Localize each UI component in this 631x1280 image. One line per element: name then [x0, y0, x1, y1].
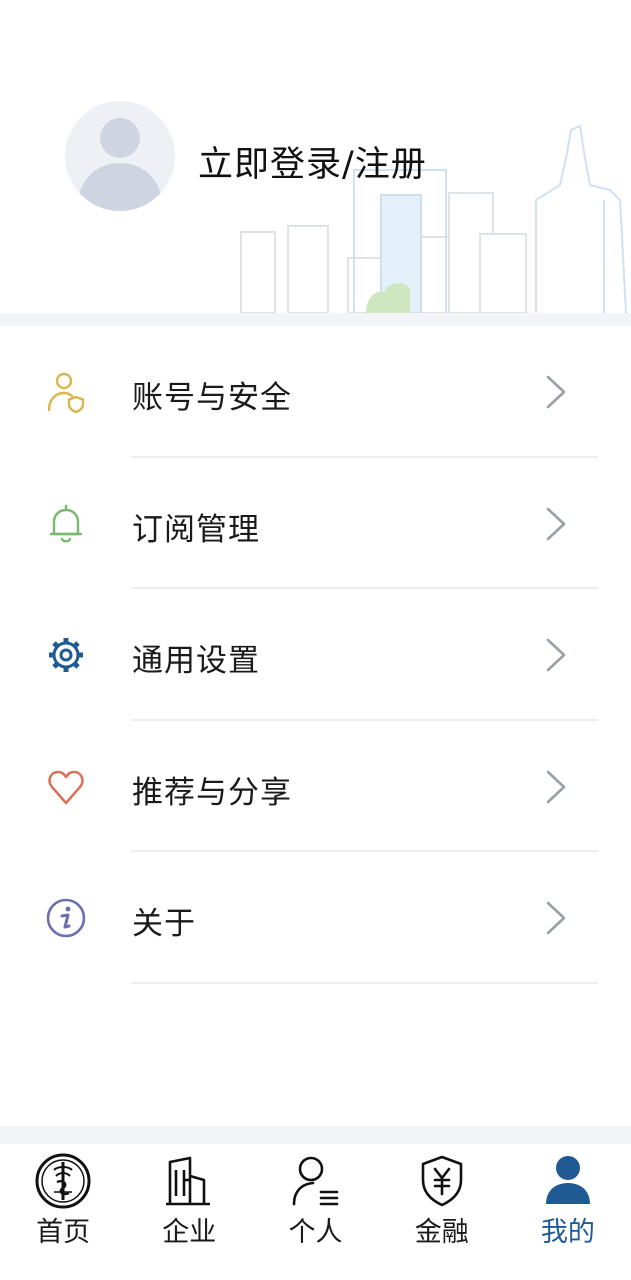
- bottom-tab-bar: 首页 企业 个人 金融 我的: [0, 1144, 631, 1280]
- settings-menu: 账号与安全 订阅管理 通用设置 推荐与分享 关于: [0, 326, 631, 984]
- menu-item-label: 订阅管理: [132, 511, 260, 548]
- tab-label: 我的: [540, 1217, 595, 1248]
- tab-finance[interactable]: 金融: [379, 1144, 505, 1280]
- menu-item-account-security[interactable]: 账号与安全: [0, 326, 631, 458]
- tab-label: 金融: [414, 1217, 469, 1248]
- user-filled-icon: [545, 1156, 590, 1204]
- tab-label: 首页: [36, 1217, 91, 1248]
- bell-icon: [49, 504, 83, 542]
- menu-item-label: 账号与安全: [132, 380, 292, 416]
- tabbar-separator: [0, 1126, 631, 1144]
- account-security-icon: [47, 372, 85, 414]
- home-emblem-icon: [35, 1153, 91, 1209]
- shield-yuan-icon: [421, 1155, 463, 1207]
- menu-item-subscription[interactable]: 订阅管理: [0, 458, 631, 589]
- menu-item-label: 关于: [132, 906, 196, 942]
- tab-personal[interactable]: 个人: [252, 1144, 378, 1280]
- tab-mine[interactable]: 我的: [505, 1144, 631, 1280]
- avatar[interactable]: [65, 101, 175, 211]
- menu-item-about[interactable]: 关于: [0, 852, 631, 984]
- chevron-right-icon: [546, 770, 566, 803]
- divider: [131, 981, 598, 984]
- tab-enterprise[interactable]: 企业: [126, 1144, 252, 1280]
- chevron-right-icon: [546, 901, 566, 935]
- menu-item-general-settings[interactable]: 通用设置: [0, 589, 631, 721]
- building-icon: [166, 1156, 211, 1206]
- chevron-right-icon: [546, 375, 566, 409]
- tab-home[interactable]: 首页: [0, 1144, 126, 1280]
- menu-item-label: 通用设置: [132, 643, 260, 679]
- menu-item-recommend-share[interactable]: 推荐与分享: [0, 721, 631, 852]
- tab-label: 个人: [288, 1217, 343, 1248]
- profile-header: 立即登录/注册: [0, 0, 631, 313]
- heart-icon: [48, 770, 84, 804]
- tab-label: 企业: [162, 1217, 217, 1248]
- login-register-link[interactable]: 立即登录/注册: [198, 136, 427, 187]
- default-avatar-icon: [77, 118, 163, 211]
- info-icon: [46, 898, 86, 938]
- menu-item-label: 推荐与分享: [132, 774, 292, 811]
- section-separator: [0, 313, 631, 326]
- person-list-icon: [292, 1156, 338, 1206]
- chevron-right-icon: [546, 638, 566, 672]
- chevron-right-icon: [546, 507, 566, 540]
- gear-icon: [49, 638, 83, 672]
